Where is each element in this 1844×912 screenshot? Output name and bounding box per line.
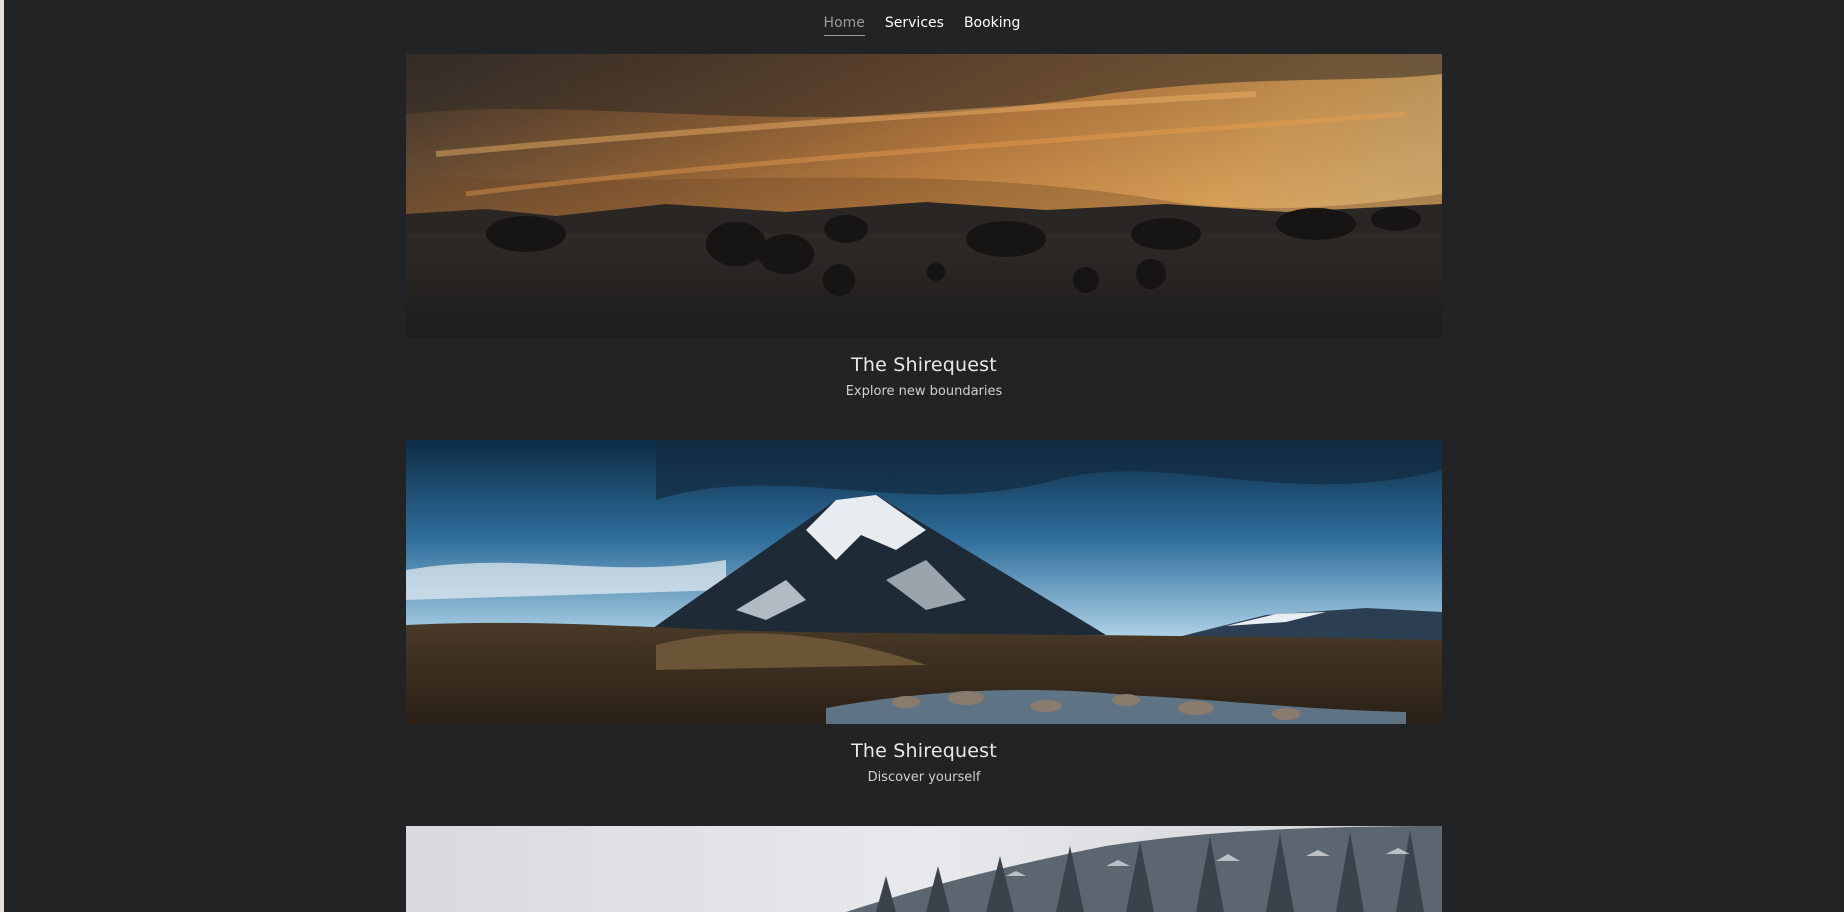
section-subtitle-2: Discover yourself: [867, 770, 981, 785]
section-caption-2: The Shirequest Discover yourself: [406, 740, 1442, 785]
section-subtitle-1: Explore new boundaries: [845, 384, 1003, 399]
section-title-1: The Shirequest: [851, 354, 997, 376]
window-left-edge: [0, 0, 4, 912]
section-caption-1: The Shirequest Explore new boundaries: [406, 354, 1442, 399]
hero-image-forest: [406, 826, 1442, 912]
hero-image-mountain: [406, 440, 1442, 724]
nav-home-link[interactable]: Home: [823, 11, 865, 36]
nav-services-link[interactable]: Services: [885, 11, 944, 35]
hero-image-sunset: [406, 54, 1442, 338]
nav-booking-link[interactable]: Booking: [964, 11, 1021, 35]
top-navigation: Home Services Booking: [0, 0, 1844, 46]
section-title-2: The Shirequest: [851, 740, 997, 762]
